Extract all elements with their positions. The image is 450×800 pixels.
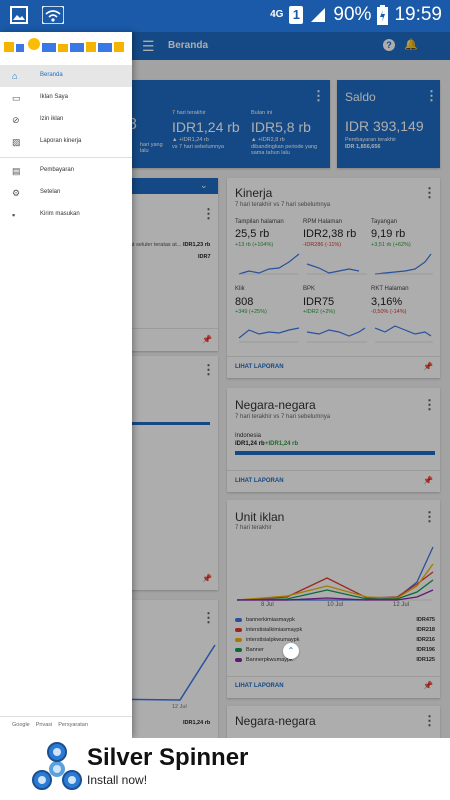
image-icon	[10, 6, 28, 24]
network-type: 4G	[270, 9, 284, 20]
nav-label: Beranda	[40, 72, 63, 78]
nav-item-izin-iklan[interactable]: ⊘ Izin iklan	[0, 109, 132, 131]
drawer-footer: Google Privasi Persyaratan	[12, 722, 88, 728]
nav-label: Izin iklan	[40, 116, 64, 122]
ads-icon: ▭	[12, 93, 21, 103]
nav-label: Setelan	[40, 189, 61, 195]
battery-icon	[377, 5, 389, 25]
navigation-drawer: ⌂ Beranda ▭ Iklan Saya ⊘ Izin iklan ▨ La…	[0, 32, 132, 738]
signal-icon	[311, 8, 326, 22]
battery-percent: 90%	[333, 4, 372, 25]
payment-icon: ▤	[12, 166, 21, 176]
adsense-logo	[4, 38, 124, 52]
nav-label: Laporan kinerja	[40, 138, 82, 144]
terms-link[interactable]: Persyaratan	[58, 722, 88, 728]
divider	[0, 157, 132, 158]
nav-label: Pembayaran	[40, 167, 75, 173]
nav-item-beranda[interactable]: ⌂ Beranda	[0, 65, 132, 87]
fidget-spinner-icon	[32, 742, 82, 790]
status-bar: 4G 1 90% 19:59	[0, 0, 450, 32]
nav-label: Kirim masukan	[40, 211, 80, 217]
block-icon: ⊘	[12, 115, 20, 125]
clock: 19:59	[394, 4, 442, 25]
sim-indicator: 1	[289, 6, 304, 24]
divider	[0, 716, 132, 717]
privacy-link[interactable]: Privasi	[36, 722, 53, 728]
ad-app-name: Silver Spinner	[87, 744, 249, 771]
nav-item-kirim-masukan[interactable]: ▪ Kirim masukan	[0, 204, 132, 226]
gear-icon: ⚙	[12, 188, 21, 198]
wifi-icon	[42, 6, 64, 24]
google-label: Google	[12, 722, 30, 728]
home-icon: ⌂	[12, 71, 18, 81]
scroll-up-icon[interactable]: ⌃	[283, 643, 299, 659]
nav-item-pembayaran[interactable]: ▤ Pembayaran	[0, 160, 132, 182]
nav-item-setelan[interactable]: ⚙ Setelan	[0, 182, 132, 204]
feedback-icon: ▪	[12, 210, 16, 220]
ad-banner[interactable]: Silver Spinner Install now!	[0, 738, 450, 800]
nav-item-laporan-kinerja[interactable]: ▨ Laporan kinerja	[0, 131, 132, 153]
nav-label: Iklan Saya	[40, 94, 69, 100]
ad-cta[interactable]: Install now!	[87, 773, 147, 787]
nav-item-iklan-saya[interactable]: ▭ Iklan Saya	[0, 87, 132, 109]
report-icon: ▨	[12, 137, 21, 147]
